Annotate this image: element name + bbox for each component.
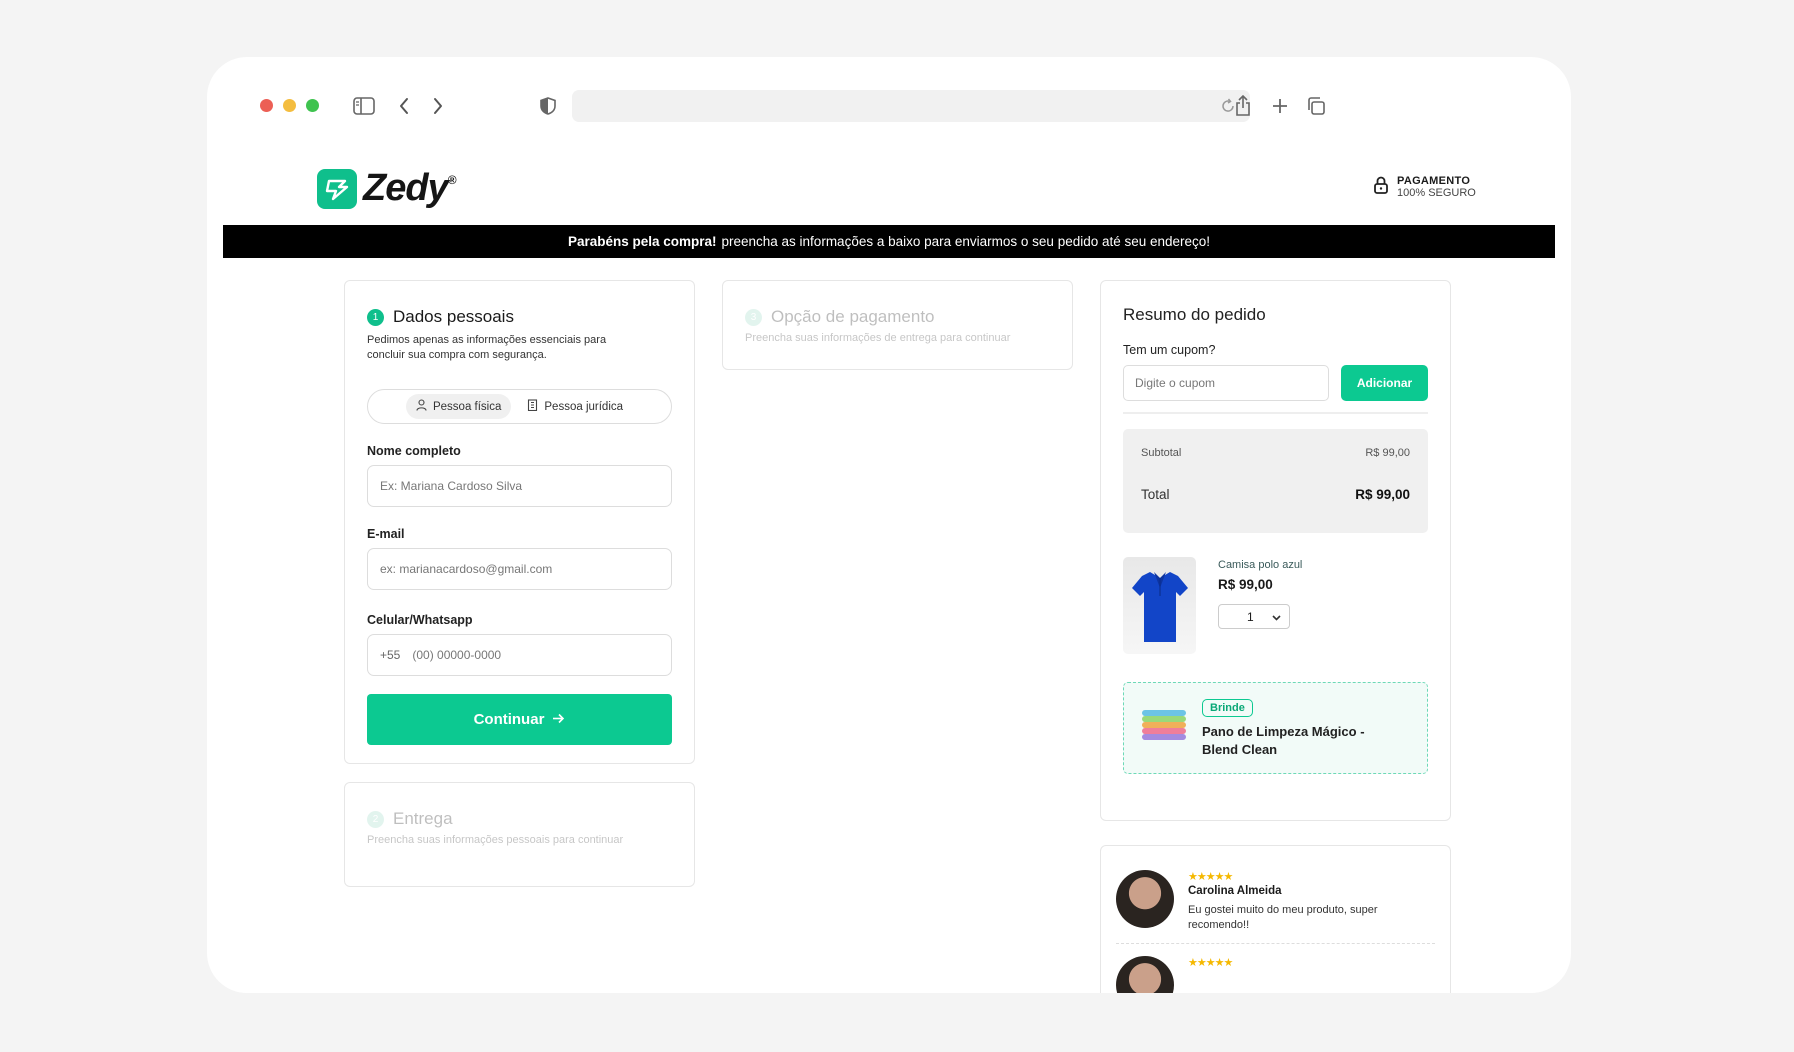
continue-button[interactable]: Continuar <box>367 694 672 745</box>
payment-subtitle: Preencha suas informações de entrega par… <box>745 332 1011 344</box>
full-name-input[interactable]: Ex: Mariana Cardoso Silva <box>367 465 672 507</box>
step-number: 1 <box>367 308 384 326</box>
email-input[interactable]: ex: marianacardoso@gmail.com <box>367 548 672 590</box>
reviewer-avatar <box>1116 956 1174 993</box>
reviewer-avatar <box>1116 870 1174 928</box>
delivery-subtitle: Preencha suas informações pessoais para … <box>367 834 624 846</box>
payment-option-card: 3 Opção de pagamento Preencha suas infor… <box>722 280 1073 370</box>
lock-icon <box>1373 176 1389 199</box>
delivery-card: 2 Entrega Preencha suas informações pess… <box>344 782 695 887</box>
totals-box: Subtotal R$ 99,00 Total R$ 99,00 <box>1123 429 1428 533</box>
rating-stars: ★★★★★ <box>1188 957 1233 969</box>
product-image <box>1123 557 1196 654</box>
window-controls <box>260 99 319 112</box>
building-icon <box>527 399 538 414</box>
sidebar-icon[interactable] <box>351 93 377 119</box>
review-item: ★★★★★ <box>1101 944 1450 993</box>
tabs-icon[interactable] <box>1303 93 1329 119</box>
coupon-placeholder: Digite o cupom <box>1135 376 1216 390</box>
secure-line-1: PAGAMENTO <box>1397 175 1471 187</box>
person-type-toggle: Pessoa física Pessoa jurídica <box>367 389 672 424</box>
continue-label: Continuar <box>473 711 545 728</box>
order-summary-card: Resumo do pedido Tem um cupom? Digite o … <box>1100 280 1451 821</box>
coupon-label: Tem um cupom? <box>1123 343 1216 357</box>
payment-step-number: 3 <box>745 308 762 326</box>
review-item: ★★★★★ Carolina Almeida Eu gostei muito d… <box>1101 846 1450 943</box>
brand-name: Zedy <box>363 167 449 209</box>
summary-title: Resumo do pedido <box>1123 305 1266 324</box>
step-title: Dados pessoais <box>393 307 514 326</box>
shield-icon[interactable] <box>535 93 561 119</box>
toggle-pessoa-juridica-label: Pessoa jurídica <box>544 400 624 413</box>
forward-icon[interactable] <box>425 93 451 119</box>
coupon-input[interactable]: Digite o cupom <box>1123 365 1329 401</box>
person-icon <box>416 399 427 414</box>
chevron-down-icon <box>1272 610 1281 624</box>
secure-payment-badge: PAGAMENTO 100% SEGURO <box>1373 175 1476 199</box>
payment-title: Opção de pagamento <box>771 307 935 326</box>
cart-item: Camisa polo azul R$ 99,00 1 <box>1123 557 1428 654</box>
phone-label: Celular/Whatsapp <box>367 613 473 627</box>
step-subtitle: Pedimos apenas as informações essenciais… <box>367 334 607 361</box>
add-coupon-button[interactable]: Adicionar <box>1341 365 1428 401</box>
toggle-pessoa-fisica-label: Pessoa física <box>432 400 502 413</box>
total-value: R$ 99,00 <box>1355 487 1410 502</box>
delivery-step-number: 2 <box>367 810 384 828</box>
delivery-title: Entrega <box>393 809 453 828</box>
close-window-button[interactable] <box>260 99 273 112</box>
registered-mark: ® <box>447 173 457 187</box>
full-name-placeholder: Ex: Mariana Cardoso Silva <box>380 479 523 493</box>
phone-placeholder: (00) 00000-0000 <box>412 648 502 662</box>
brand-logo[interactable]: Zedy® <box>317 167 457 210</box>
gift-badge: Brinde <box>1202 698 1253 717</box>
subtotal-value: R$ 99,00 <box>1365 447 1410 459</box>
product-price: R$ 99,00 <box>1218 577 1273 592</box>
divider <box>1123 412 1428 414</box>
product-name: Camisa polo azul <box>1218 559 1303 571</box>
name-label: Nome completo <box>367 444 461 458</box>
share-icon[interactable] <box>1230 93 1256 119</box>
maximize-window-button[interactable] <box>306 99 319 112</box>
gift-name: Pano de Limpeza Mágico - Blend Clean <box>1202 723 1365 757</box>
logo-mark-icon <box>317 168 357 209</box>
reviews-card: ★★★★★ Carolina Almeida Eu gostei muito d… <box>1100 845 1451 993</box>
gift-image <box>1140 706 1188 751</box>
rating-stars: ★★★★★ <box>1188 871 1233 883</box>
phone-country-code[interactable]: +55 <box>380 648 400 662</box>
banner-text: preencha as informações a baixo para env… <box>721 234 1211 249</box>
arrow-right-icon <box>552 711 565 728</box>
minimize-window-button[interactable] <box>283 99 296 112</box>
congrats-banner: Parabéns pela compra! preencha as inform… <box>223 225 1555 258</box>
toggle-pessoa-juridica[interactable]: Pessoa jurídica <box>517 394 633 419</box>
email-placeholder: ex: marianacardoso@gmail.com <box>380 562 553 576</box>
address-bar[interactable] <box>572 90 1250 122</box>
new-tab-icon[interactable] <box>1267 93 1293 119</box>
browser-window: Zedy® PAGAMENTO 100% SEGURO Parabéns pel… <box>207 57 1571 993</box>
personal-data-card: 1 Dados pessoais Pedimos apenas as infor… <box>344 280 695 764</box>
back-icon[interactable] <box>391 93 417 119</box>
secure-line-2: 100% SEGURO <box>1397 187 1476 199</box>
banner-bold: Parabéns pela compra! <box>567 234 717 249</box>
review-text: Eu gostei muito do meu produto, super re… <box>1188 904 1378 931</box>
subtotal-label: Subtotal <box>1141 447 1182 459</box>
reviewer-name: Carolina Almeida <box>1188 885 1282 897</box>
quantity-value: 1 <box>1247 609 1254 624</box>
quantity-select[interactable]: 1 <box>1218 604 1290 629</box>
email-label: E-mail <box>367 527 405 541</box>
toggle-pessoa-fisica[interactable]: Pessoa física <box>405 394 512 419</box>
phone-input[interactable]: +55 (00) 00000-0000 <box>367 634 672 676</box>
gift-box: Brinde Pano de Limpeza Mágico - Blend Cl… <box>1123 682 1428 774</box>
total-label: Total <box>1141 487 1170 502</box>
